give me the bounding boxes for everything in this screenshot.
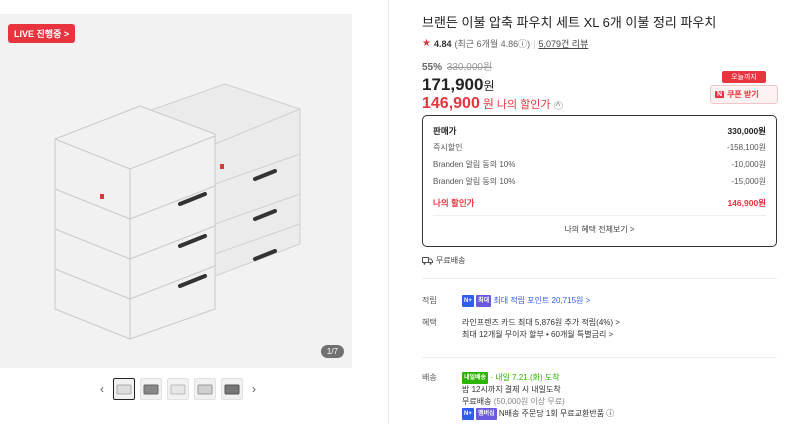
price-row-label: Branden 알림 동의 10% [433,177,516,186]
max-badge: 최대 [476,295,492,307]
live-badge[interactable]: LIVE 진행중 > [8,24,76,43]
coupon-area: 오늘까지 N 쿠폰 받기 [710,71,778,104]
delivery-arrival-line: 내일배송 · 내일 7.21.(화) 도착 [462,372,614,384]
price-row: 즉시할인 -158,100원 [433,139,766,156]
rating-row: ★ 4.84 (최근 6개월 4.86ⓘ) | 5,079건 리뷰 [422,37,778,50]
price-row-label: 판매가 [433,125,457,136]
rating-value: 4.84 [433,38,452,49]
image-counter: 1/7 [320,345,344,358]
rating-sub[interactable]: (최근 6개월 4.86ⓘ) [455,37,531,50]
pouch-thumb-icon [197,384,213,395]
thumbnail-5[interactable] [221,378,243,400]
my-price-value: 146,900 [422,95,480,112]
free-shipping-label: 무료배송 [436,256,466,265]
price-row-label: Branden 알림 동의 10% [433,160,516,169]
pouch-thumb-icon [116,384,132,395]
delivery-label: 배송 [422,373,437,382]
delivery-free-sub: (50,000원 이상 무료) [493,397,565,407]
divider [433,215,766,216]
chevron-left-icon[interactable]: ‹ [96,382,108,396]
benefit-installment-line[interactable]: 최대 12개월 무이자 할부 • 60개월 특별금리 > [462,329,620,341]
delivery-free-line: 무료배송 (50,000원 이상 무료) [462,396,614,408]
my-price-label: 나의 할인가 [496,99,551,111]
divider [422,357,777,358]
benefits-row: 혜택 라인프렌즈 카드 최대 5,876원 추가 적립(4%) > 최대 12개… [422,317,778,343]
free-shipping-row: 무료배송 [422,255,465,266]
truck-icon [422,256,433,265]
arrival-text: · 내일 7.21.(화) 도착 [490,373,560,383]
my-price-unit: 원 [482,97,494,111]
pouch-thumb-icon [170,384,186,395]
price-breakdown-box: 판매가 330,000원 즉시할인 -158,100원 Branden 알림 동… [422,115,777,247]
return-text: N배송 주문당 1회 무료교환반품 ⓘ [498,409,615,419]
points-text: 최대 적립 포인트 20,715원 > [493,296,591,306]
benefit-card-line[interactable]: 라인프렌즈 카드 최대 5,876원 추가 적립(4%) > [462,317,620,329]
original-price: 330,000원 [446,62,493,73]
benefits-values: 라인프렌즈 카드 최대 5,876원 추가 적립(4%) > 최대 12개월 무… [462,317,620,341]
next-day-badge: 내일배송 [462,372,489,384]
price-row: Branden 알림 동의 10% -15,000원 [433,173,766,190]
price-row-label: 즉시할인 [433,143,463,152]
discount-percent: 55% [422,62,443,73]
price-row-value: 330,000원 [727,125,766,136]
coupon-button[interactable]: N 쿠폰 받기 [710,85,778,104]
product-title: 브랜든 이불 압축 파우치 세트 XL 6개 이불 정리 파우치 [422,15,717,30]
price-row: Branden 알림 동의 10% -10,000원 [433,156,766,173]
thumbnail-3[interactable] [167,378,189,400]
delivery-return-line[interactable]: N+ 멤버십 N배송 주문당 1회 무료교환반품 ⓘ [462,408,615,421]
membership-badge: 멤버십 [476,408,497,421]
price-row: 판매가 330,000원 [433,122,766,139]
my-price-row: 나의 할인가 146,900원 [433,194,766,211]
product-info: 브랜든 이불 압축 파우치 세트 XL 6개 이불 정리 파우치 ★ 4.84 … [422,14,778,113]
divider [422,278,777,279]
product-gallery[interactable]: LIVE 진행중 > 1/7 [0,14,352,368]
view-all-benefits-link[interactable]: 나의 혜택 전체보기 > [433,224,766,235]
points-row: 적립 N+ 최대 최대 적립 포인트 20,715원 > [422,295,778,309]
my-price-row-value: 146,900원 [727,197,766,208]
thumbnail-2[interactable] [140,378,162,400]
today-only-tag: 오늘까지 [722,71,766,83]
delivery-row: 배송 내일배송 · 내일 7.21.(화) 도착 밤 12시까지 결제 시 내일… [422,372,778,424]
price-row-value: -158,100원 [727,143,766,152]
naver-plus-badge: N+ [462,295,474,307]
benefits-label: 혜택 [422,318,437,327]
thumbnail-4[interactable] [194,378,216,400]
price-row-value: -15,000원 [731,177,767,186]
coupon-button-label: 쿠폰 받기 [727,90,759,99]
pouch-thumb-icon [224,384,240,395]
my-price-row-label: 나의 할인가 [433,197,475,208]
pouch-thumb-icon [143,384,159,395]
points-value[interactable]: N+ 최대 최대 적립 포인트 20,715원 > [462,295,590,307]
chevron-right-icon[interactable]: › [248,382,260,396]
review-link[interactable]: 5,079건 리뷰 [538,37,588,50]
separator: | [533,38,536,49]
thumbnail-strip: ‹ › [96,378,260,400]
column-divider [388,0,389,424]
naver-plus-badge: N+ [462,408,474,421]
thumbnail-1[interactable] [113,378,135,400]
sale-price-value: 171,900 [422,75,484,94]
delivery-free-text: 무료배송 [462,397,492,407]
chevron-up-icon[interactable]: ^ [553,101,563,110]
product-image [54,83,301,340]
sale-price-unit: 원 [483,79,495,93]
delivery-values: 내일배송 · 내일 7.21.(화) 도착 밤 12시까지 결제 시 내일도착 … [462,372,615,421]
points-label: 적립 [422,296,437,305]
star-icon: ★ [422,38,431,49]
price-row-value: -10,000원 [731,160,767,169]
naver-n-icon: N [715,91,725,98]
delivery-cutoff-line: 밤 12시까지 결제 시 내일도착 [462,385,561,395]
